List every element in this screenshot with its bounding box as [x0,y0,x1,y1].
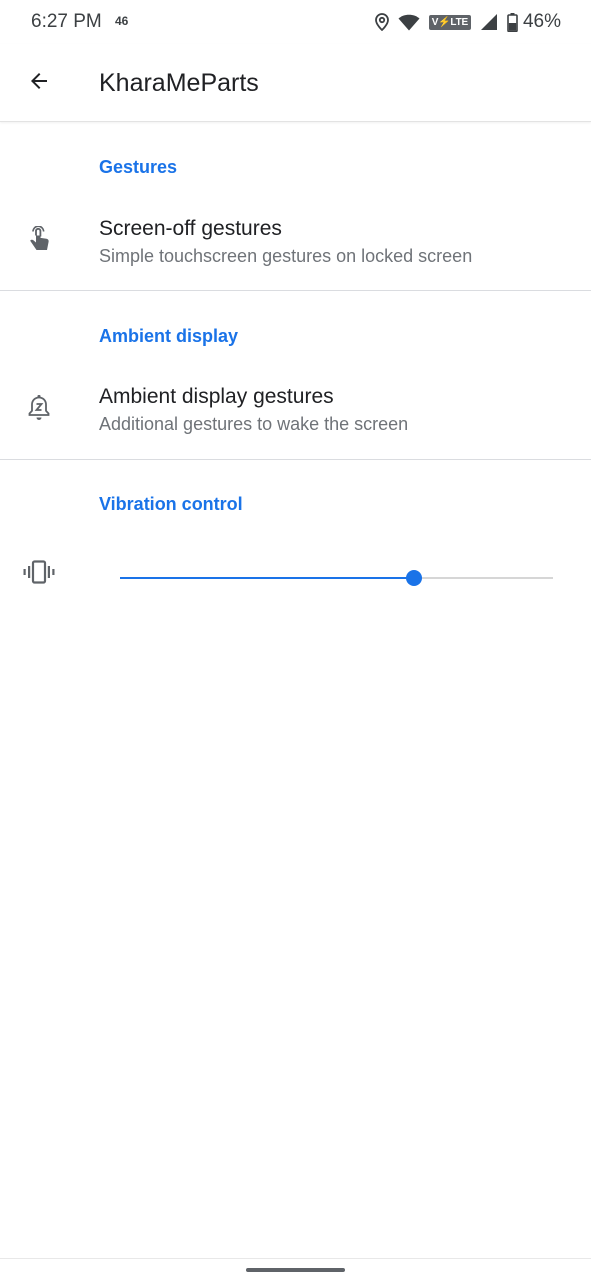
pref-title: Ambient display gestures [99,385,334,408]
slider-fill [120,577,415,579]
category-gestures: Gestures [99,157,178,177]
pref-summary: Additional gestures to wake the screen [99,414,409,434]
nav-bar-divider [0,1258,591,1259]
pref-summary: Simple touchscreen gestures on locked sc… [99,246,473,266]
battery-icon [507,12,518,32]
signal-icon [480,13,498,31]
location-icon [374,13,389,31]
arrow-back-icon [27,69,51,98]
divider [0,290,591,291]
notification-sleep-icon [22,392,56,426]
vibration-icon [22,555,56,589]
page-title: KharaMeParts [99,69,259,97]
wifi-icon [398,14,420,31]
pref-ambient-display-gestures[interactable]: Ambient display gestures Additional gest… [0,365,591,459]
back-button[interactable] [14,58,64,108]
status-time: 6:27 PM [31,11,102,32]
pref-screen-off-gestures[interactable]: Screen-off gestures Simple touchscreen g… [0,196,591,290]
status-icons: V⚡LTE 46% [374,9,561,35]
vibration-slider[interactable] [120,570,553,586]
app-toolbar: KharaMeParts [0,44,591,122]
volte-icon: V⚡LTE [428,14,471,30]
status-bar: 6:27 PM 46 V⚡LTE 46% [0,0,591,44]
gesture-nav-handle[interactable] [246,1268,345,1272]
battery-percent: 46% [522,11,561,32]
pref-title: Screen-off gestures [99,217,282,240]
category-vibration-control: Vibration control [99,494,243,514]
touch-gesture-icon [22,224,56,258]
network-type: 46 [115,14,129,28]
category-ambient-display: Ambient display [99,326,239,346]
divider [0,459,591,460]
slider-thumb[interactable] [406,570,423,586]
